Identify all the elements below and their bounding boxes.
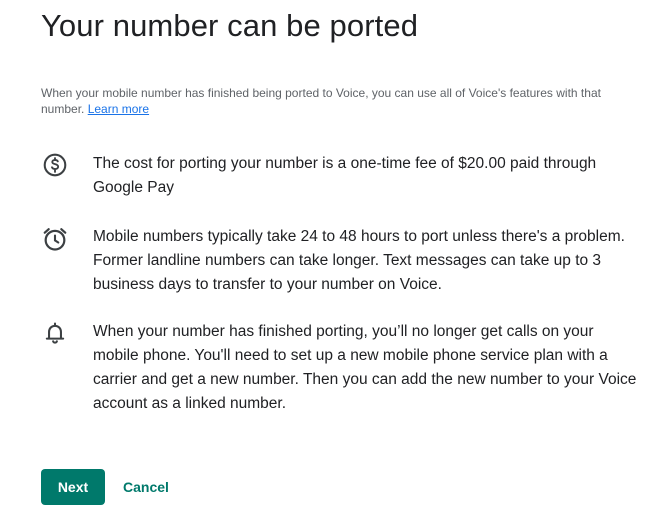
info-item-text: The cost for porting your number is a on… [93,155,597,196]
intro-paragraph: When your mobile number has finished bei… [41,85,639,117]
page-title: Your number can be ported [41,8,419,43]
learn-more-link[interactable]: Learn more [88,102,149,116]
info-item-text: When your number has finished porting, y… [93,323,637,412]
cancel-button[interactable]: Cancel [121,469,171,505]
action-bar: Next Cancel [41,469,171,505]
next-button[interactable]: Next [41,469,105,505]
bell-icon [41,320,69,348]
dollar-circle-icon [41,152,69,180]
alarm-clock-icon [41,225,69,253]
info-item-text: Mobile numbers typically take 24 to 48 h… [93,228,625,293]
